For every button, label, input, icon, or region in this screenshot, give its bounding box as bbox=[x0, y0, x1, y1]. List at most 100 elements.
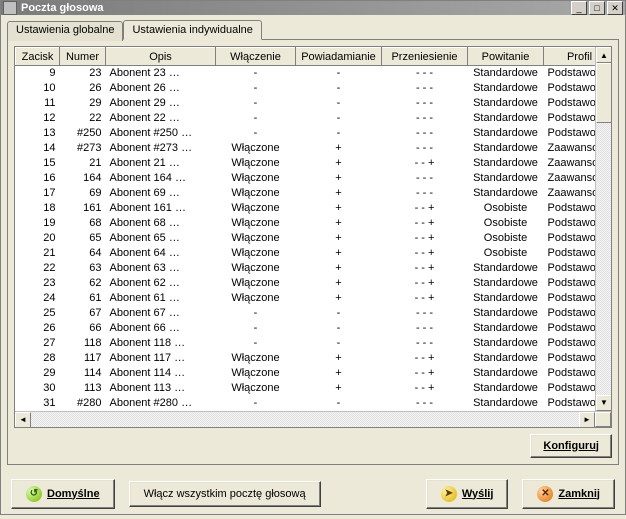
cell: - - - bbox=[382, 141, 468, 156]
cell: Standardowe bbox=[468, 156, 544, 171]
cell: - bbox=[216, 306, 296, 321]
col-przeniesienie[interactable]: Przeniesienie bbox=[382, 48, 468, 66]
cell: Abonent #280 … bbox=[106, 396, 216, 411]
close-window-button[interactable]: ✕ Zamknij bbox=[522, 479, 615, 509]
vertical-scrollbar[interactable]: ▲ ▼ bbox=[595, 47, 611, 411]
cell: 16 bbox=[16, 171, 60, 186]
cell: 65 bbox=[60, 231, 106, 246]
cell: + bbox=[296, 261, 382, 276]
configure-button[interactable]: Konfiguruj bbox=[530, 434, 612, 458]
cell: - - + bbox=[382, 231, 468, 246]
scroll-left-button[interactable]: ◄ bbox=[15, 412, 31, 428]
cell: Podstawowy bbox=[544, 321, 596, 336]
table-row[interactable]: 1968Abonent 68 …Włączone+- - +OsobistePo… bbox=[16, 216, 596, 231]
col-wlaczenie[interactable]: Włączenie bbox=[216, 48, 296, 66]
table-row[interactable]: 1769Abonent 69 …Włączone+- - -Standardow… bbox=[16, 186, 596, 201]
maximize-button[interactable]: □ bbox=[589, 1, 605, 15]
cell: Podstawowy bbox=[544, 246, 596, 261]
table-row[interactable]: 2164Abonent 64 …Włączone+- - +OsobistePo… bbox=[16, 246, 596, 261]
cell: Abonent 67 … bbox=[106, 306, 216, 321]
cell: Abonent 23 … bbox=[106, 66, 216, 81]
send-button[interactable]: ➤ Wyślij bbox=[426, 479, 509, 509]
hscroll-track[interactable] bbox=[31, 412, 579, 427]
cell: - bbox=[216, 336, 296, 351]
table-row[interactable]: 29114Abonent 114 …Włączone+- - +Standard… bbox=[16, 366, 596, 381]
table-row[interactable]: 31#280Abonent #280 …--- - -StandardowePo… bbox=[16, 396, 596, 411]
cell: Abonent 26 … bbox=[106, 81, 216, 96]
cell: 63 bbox=[60, 261, 106, 276]
cell: - - - bbox=[382, 96, 468, 111]
defaults-button[interactable]: ↺ Domyślne bbox=[11, 479, 115, 509]
table-row[interactable]: 2065Abonent 65 …Włączone+- - +OsobistePo… bbox=[16, 231, 596, 246]
cell: + bbox=[296, 231, 382, 246]
col-powitanie[interactable]: Powitanie bbox=[468, 48, 544, 66]
minimize-button[interactable]: _ bbox=[571, 1, 587, 15]
table-row[interactable]: 16164Abonent 164 …Włączone+- - -Standard… bbox=[16, 171, 596, 186]
tab-global[interactable]: Ustawienia globalne bbox=[7, 21, 123, 41]
cell: #280 bbox=[60, 396, 106, 411]
scroll-up-button[interactable]: ▲ bbox=[596, 47, 611, 63]
cell: Abonent 22 … bbox=[106, 111, 216, 126]
table-row[interactable]: 13#250Abonent #250 …--- - -StandardowePo… bbox=[16, 126, 596, 141]
cell: Abonent 118 … bbox=[106, 336, 216, 351]
scroll-corner bbox=[595, 412, 611, 427]
cell: - bbox=[296, 66, 382, 81]
cell: - - + bbox=[382, 291, 468, 306]
cell: - - + bbox=[382, 201, 468, 216]
cell: Podstawowy bbox=[544, 381, 596, 396]
cell: Podstawowy bbox=[544, 81, 596, 96]
cell: Włączone bbox=[216, 201, 296, 216]
table-row[interactable]: 2263Abonent 63 …Włączone+- - +Standardow… bbox=[16, 261, 596, 276]
cell: - - + bbox=[382, 216, 468, 231]
cell: 24 bbox=[16, 291, 60, 306]
cell: Abonent 114 … bbox=[106, 366, 216, 381]
cell: Abonent 64 … bbox=[106, 246, 216, 261]
scroll-track[interactable] bbox=[596, 123, 611, 395]
cell: Podstawowy bbox=[544, 261, 596, 276]
tab-individual[interactable]: Ustawienia indywidualne bbox=[123, 20, 261, 40]
cell: + bbox=[296, 381, 382, 396]
table-row[interactable]: 28117Abonent 117 …Włączone+- - +Standard… bbox=[16, 351, 596, 366]
cell: Standardowe bbox=[468, 66, 544, 81]
table-row[interactable]: 14#273Abonent #273 …Włączone+- - -Standa… bbox=[16, 141, 596, 156]
cell: 25 bbox=[16, 306, 60, 321]
cell: 20 bbox=[16, 231, 60, 246]
cell: - - + bbox=[382, 366, 468, 381]
table-row[interactable]: 923Abonent 23 …--- - -StandardowePodstaw… bbox=[16, 66, 596, 81]
col-zacisk[interactable]: Zacisk bbox=[16, 48, 60, 66]
table-row[interactable]: 1222Abonent 22 …--- - -StandardowePodsta… bbox=[16, 111, 596, 126]
col-profil[interactable]: Profil bbox=[544, 48, 596, 66]
cell: - bbox=[296, 111, 382, 126]
table-row[interactable]: 2362Abonent 62 …Włączone+- - +Standardow… bbox=[16, 276, 596, 291]
table-row[interactable]: 2461Abonent 61 …Włączone+- - +Standardow… bbox=[16, 291, 596, 306]
close-button[interactable]: ✕ bbox=[607, 1, 623, 15]
cell: - bbox=[296, 306, 382, 321]
scroll-right-button[interactable]: ► bbox=[579, 412, 595, 428]
col-numer[interactable]: Numer bbox=[60, 48, 106, 66]
tabs: Ustawienia globalne Ustawienia indywidua… bbox=[7, 19, 619, 39]
scroll-down-button[interactable]: ▼ bbox=[596, 395, 611, 411]
enable-all-button[interactable]: Włącz wszystkim pocztę głosową bbox=[129, 481, 321, 507]
table-row[interactable]: 2666Abonent 66 …--- - -StandardowePodsta… bbox=[16, 321, 596, 336]
table-row[interactable]: 2567Abonent 67 …--- - -StandardowePodsta… bbox=[16, 306, 596, 321]
cell: - bbox=[296, 81, 382, 96]
cell: + bbox=[296, 156, 382, 171]
cell: 117 bbox=[60, 351, 106, 366]
cell: 26 bbox=[60, 81, 106, 96]
bottom-toolbar: ↺ Domyślne Włącz wszystkim pocztę głosow… bbox=[1, 471, 625, 519]
cell: 164 bbox=[60, 171, 106, 186]
data-table[interactable]: Zacisk Numer Opis Włączenie Powiadamiani… bbox=[15, 47, 595, 411]
col-powiadamianie[interactable]: Powiadamianie bbox=[296, 48, 382, 66]
cell: - - - bbox=[382, 321, 468, 336]
table-row[interactable]: 30113Abonent 113 …Włączone+- - +Standard… bbox=[16, 381, 596, 396]
table-row[interactable]: 1521Abonent 21 …Włączone+- - +Standardow… bbox=[16, 156, 596, 171]
table-row[interactable]: 27118Abonent 118 …--- - -StandardowePods… bbox=[16, 336, 596, 351]
scroll-thumb[interactable] bbox=[596, 63, 611, 123]
table-row[interactable]: 1129Abonent 29 …--- - -StandardowePodsta… bbox=[16, 96, 596, 111]
table-row[interactable]: 1026Abonent 26 …--- - -StandardowePodsta… bbox=[16, 81, 596, 96]
horizontal-scrollbar[interactable]: ◄ ► bbox=[15, 411, 611, 427]
col-opis[interactable]: Opis bbox=[106, 48, 216, 66]
cell: Abonent 164 … bbox=[106, 171, 216, 186]
cell: 15 bbox=[16, 156, 60, 171]
table-row[interactable]: 18161Abonent 161 …Włączone+- - +Osobiste… bbox=[16, 201, 596, 216]
